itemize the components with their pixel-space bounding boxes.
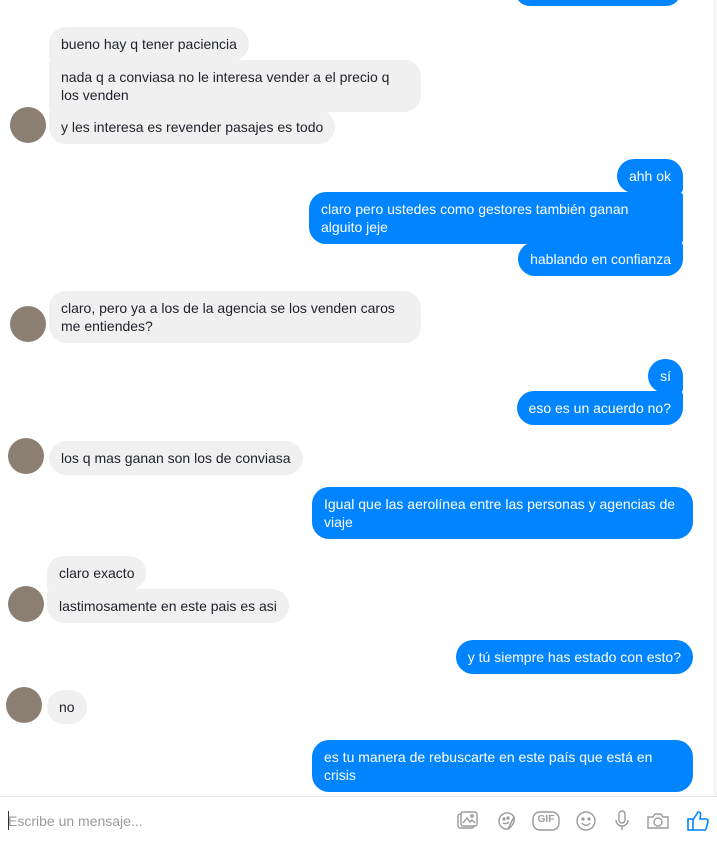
- message-incoming: claro exacto: [47, 556, 147, 590]
- message-incoming: lastimosamente en este pais es asi: [47, 589, 289, 623]
- message-incoming: y les interesa es revender pasajes es to…: [49, 110, 336, 144]
- contact-avatar[interactable]: [6, 687, 42, 723]
- message-outgoing: ahh ok: [616, 159, 683, 193]
- message-incoming: los q mas ganan son los de conviasa: [49, 441, 303, 475]
- contact-avatar[interactable]: [8, 586, 44, 622]
- contact-avatar[interactable]: [10, 107, 46, 143]
- message-composer: GIF: [0, 796, 717, 844]
- message-incoming: bueno hay q tener paciencia: [49, 27, 249, 61]
- message-outgoing: sí: [648, 359, 683, 393]
- contact-avatar[interactable]: [8, 438, 44, 474]
- emoji-icon[interactable]: [573, 808, 599, 834]
- contact-avatar[interactable]: [10, 306, 46, 342]
- text-cursor: [8, 811, 9, 830]
- message-outgoing: y tú siempre has estado con esto?: [455, 640, 693, 674]
- gif-label: GIF: [537, 814, 555, 825]
- message-outgoing: hablando en confianza: [518, 242, 683, 276]
- gif-icon[interactable]: GIF: [531, 808, 561, 834]
- message-incoming: claro, pero ya a los de la agencia se lo…: [49, 291, 421, 343]
- microphone-icon[interactable]: [609, 808, 635, 834]
- like-icon[interactable]: [685, 808, 711, 834]
- scrollbar[interactable]: [713, 0, 717, 796]
- message-incoming: nada q a conviasa no le interesa vender …: [49, 60, 421, 112]
- conversation-thread[interactable]: bueno hay q tener paciencia nada q a con…: [0, 0, 717, 796]
- message-outgoing: [515, 0, 681, 6]
- camera-icon[interactable]: [645, 808, 671, 834]
- message-outgoing: Igual que las aerolínea entre las person…: [312, 487, 693, 539]
- message-incoming: no: [47, 690, 87, 724]
- message-outgoing: claro pero ustedes como gestores también…: [309, 192, 683, 244]
- message-outgoing: es tu manera de rebuscarte en este país …: [312, 740, 693, 792]
- photo-icon[interactable]: [454, 808, 480, 834]
- message-outgoing: eso es un acuerdo no?: [516, 391, 683, 425]
- sticker-icon[interactable]: [494, 808, 520, 834]
- message-input[interactable]: [8, 809, 428, 833]
